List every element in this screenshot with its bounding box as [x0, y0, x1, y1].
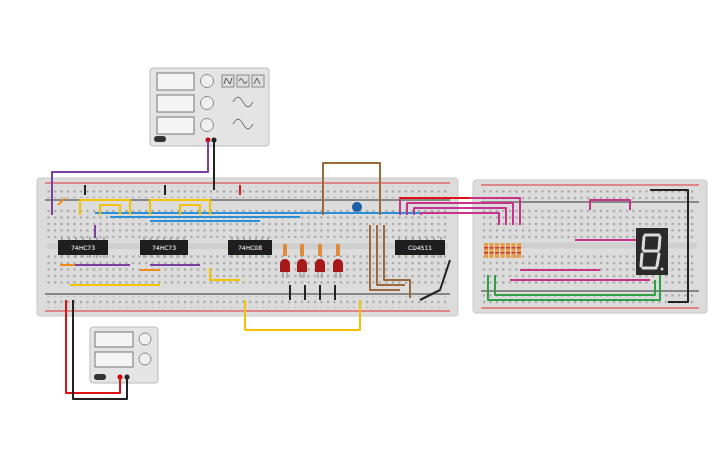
chip-label: 74HC08 — [238, 244, 262, 251]
power-switch[interactable] — [154, 136, 166, 142]
wire[interactable] — [414, 208, 506, 225]
segment — [659, 237, 660, 249]
wire[interactable] — [495, 275, 655, 295]
wire[interactable] — [73, 300, 127, 399]
power-switch[interactable] — [94, 374, 106, 380]
wire[interactable] — [70, 264, 130, 266]
wave-icon — [224, 78, 232, 84]
schematic: 74HC73 74HC73 74HC08 CD4511 — [0, 0, 725, 453]
wire[interactable] — [575, 239, 640, 241]
seven-segment-display — [636, 228, 668, 275]
wire[interactable] — [164, 185, 166, 195]
segment — [643, 267, 656, 270]
resistor[interactable] — [336, 244, 340, 256]
wire[interactable] — [150, 200, 210, 215]
breadboard — [37, 178, 458, 316]
chip-label: CD4511 — [408, 244, 432, 251]
led[interactable] — [333, 244, 343, 278]
wire[interactable] — [384, 225, 410, 298]
resistor-array[interactable] — [484, 243, 521, 258]
chip-label: 74HC73 — [152, 244, 176, 251]
circuit-canvas: 74HC73 74HC73 74HC08 CD4511 — [0, 0, 725, 453]
led[interactable] — [315, 244, 325, 278]
wire[interactable] — [150, 220, 260, 222]
wire[interactable] — [210, 268, 240, 280]
wire[interactable] — [94, 225, 96, 238]
wire[interactable] — [70, 284, 160, 286]
resistor[interactable] — [318, 244, 322, 256]
wire[interactable] — [110, 216, 300, 218]
chip-label: 74HC73 — [71, 244, 95, 251]
wire[interactable] — [289, 285, 291, 300]
knob[interactable] — [201, 119, 214, 132]
knob[interactable] — [201, 97, 214, 110]
ic-chip[interactable]: CD4511 — [395, 237, 445, 258]
wire[interactable] — [245, 300, 360, 330]
function-generator[interactable] — [150, 68, 269, 146]
knob[interactable] — [139, 353, 151, 365]
wire[interactable] — [304, 285, 306, 300]
wire[interactable] — [319, 285, 321, 300]
power-supply[interactable] — [90, 327, 158, 383]
segment — [643, 237, 644, 249]
wave-icon — [254, 78, 260, 84]
knob[interactable] — [201, 75, 214, 88]
wire[interactable] — [420, 260, 450, 300]
wire[interactable] — [400, 198, 520, 225]
segment — [641, 254, 642, 266]
wire[interactable] — [60, 264, 75, 266]
led[interactable] — [297, 244, 307, 278]
segment — [657, 254, 659, 266]
wire[interactable] — [95, 212, 425, 214]
wire[interactable] — [488, 275, 660, 300]
capacitor[interactable] — [352, 202, 362, 212]
wire[interactable] — [66, 300, 120, 393]
wire[interactable] — [213, 140, 215, 190]
wire[interactable] — [407, 203, 513, 225]
resistor[interactable] — [283, 244, 287, 256]
wire[interactable] — [400, 197, 470, 199]
wire[interactable] — [180, 205, 200, 215]
wire[interactable] — [421, 213, 499, 225]
wire[interactable] — [239, 185, 241, 195]
wire[interactable] — [520, 269, 600, 271]
ic-chip[interactable]: 74HC08 — [228, 237, 272, 258]
breadboard — [473, 180, 707, 313]
wire[interactable] — [323, 163, 380, 215]
wave-icon — [239, 79, 247, 84]
ic-chip[interactable]: 74HC73 — [58, 237, 108, 258]
ic-chip[interactable]: 74HC73 — [140, 237, 188, 258]
wire[interactable] — [80, 200, 130, 215]
segment — [644, 250, 658, 253]
wire[interactable] — [150, 264, 200, 266]
wire[interactable] — [334, 285, 336, 300]
knob[interactable] — [139, 333, 151, 345]
wires — [52, 140, 688, 399]
wire[interactable] — [510, 279, 650, 281]
led[interactable] — [280, 244, 290, 278]
resistor[interactable] — [300, 244, 304, 256]
wire[interactable] — [140, 269, 160, 271]
segment — [645, 234, 659, 237]
wire[interactable] — [84, 185, 86, 195]
wire[interactable] — [58, 198, 65, 205]
wire[interactable] — [100, 205, 120, 215]
wire[interactable] — [590, 200, 630, 210]
wire[interactable] — [52, 140, 208, 215]
